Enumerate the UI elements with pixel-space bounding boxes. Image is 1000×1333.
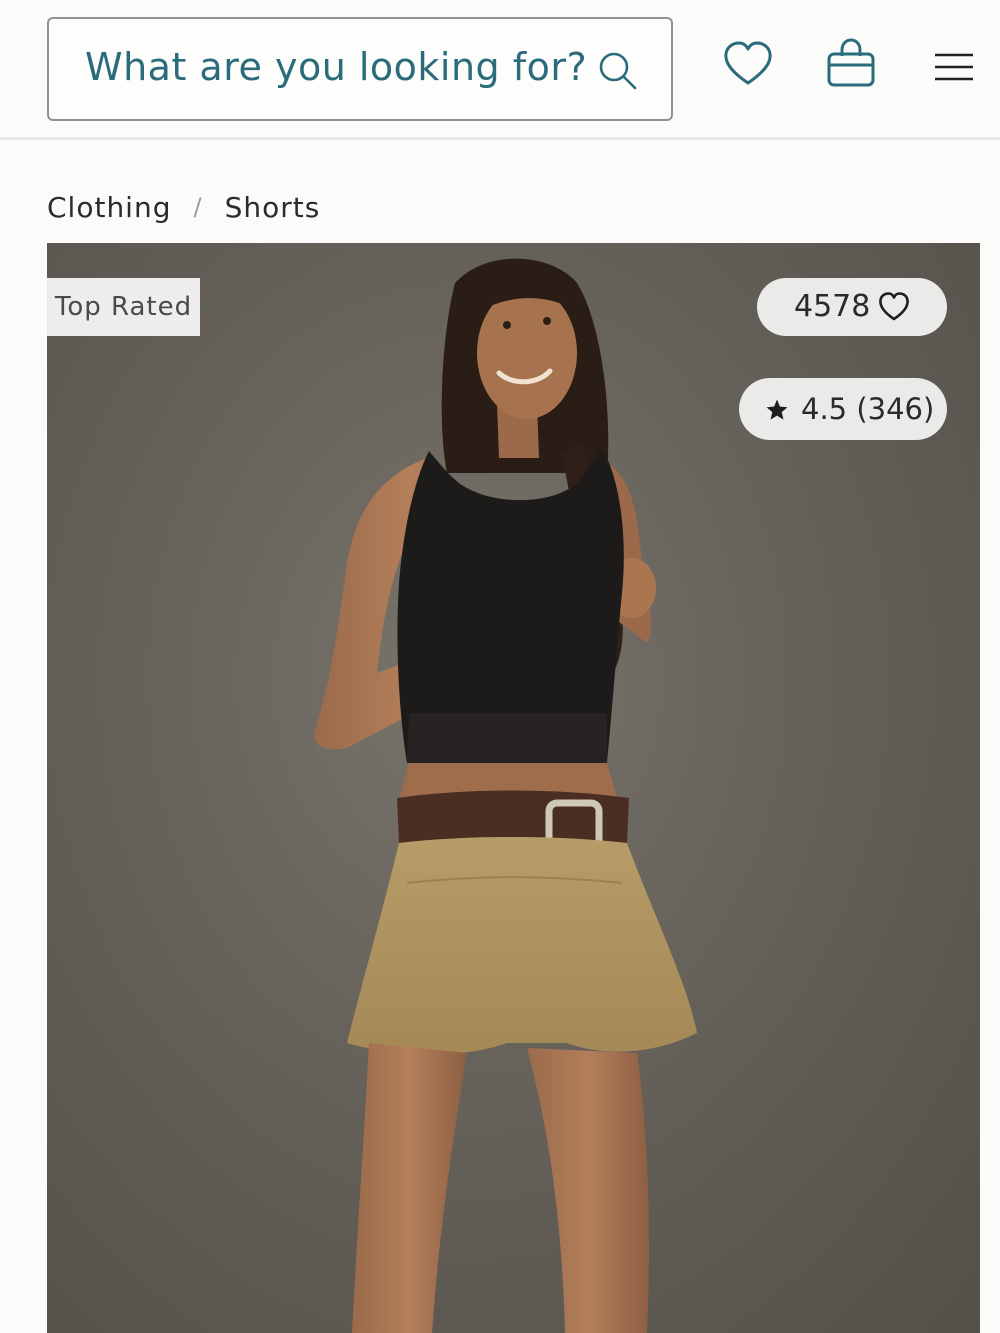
rating-badge[interactable]: 4.5 (346) — [739, 378, 947, 440]
hamburger-menu-icon[interactable] — [933, 52, 975, 82]
search-placeholder: What are you looking for? — [85, 45, 588, 89]
site-header: What are you looking for? — [0, 0, 1000, 140]
top-rated-badge: Top Rated — [47, 278, 200, 336]
star-icon — [766, 399, 788, 420]
likes-count: 4578 — [794, 289, 871, 324]
breadcrumb-clothing[interactable]: Clothing — [47, 191, 171, 224]
shopping-bag-icon[interactable] — [826, 38, 876, 88]
likes-button[interactable]: 4578 — [757, 278, 947, 336]
breadcrumb-shorts[interactable]: Shorts — [225, 191, 321, 224]
search-icon[interactable] — [597, 50, 639, 92]
heart-icon[interactable] — [723, 41, 773, 87]
heart-icon — [879, 292, 909, 321]
product-image[interactable]: Top Rated 4578 4.5 (346) — [47, 243, 980, 1333]
search-input[interactable]: What are you looking for? — [47, 17, 673, 121]
breadcrumb: Clothing / Shorts — [47, 191, 320, 231]
rating-text: 4.5 (346) — [801, 392, 935, 426]
breadcrumb-separator: / — [193, 193, 203, 221]
